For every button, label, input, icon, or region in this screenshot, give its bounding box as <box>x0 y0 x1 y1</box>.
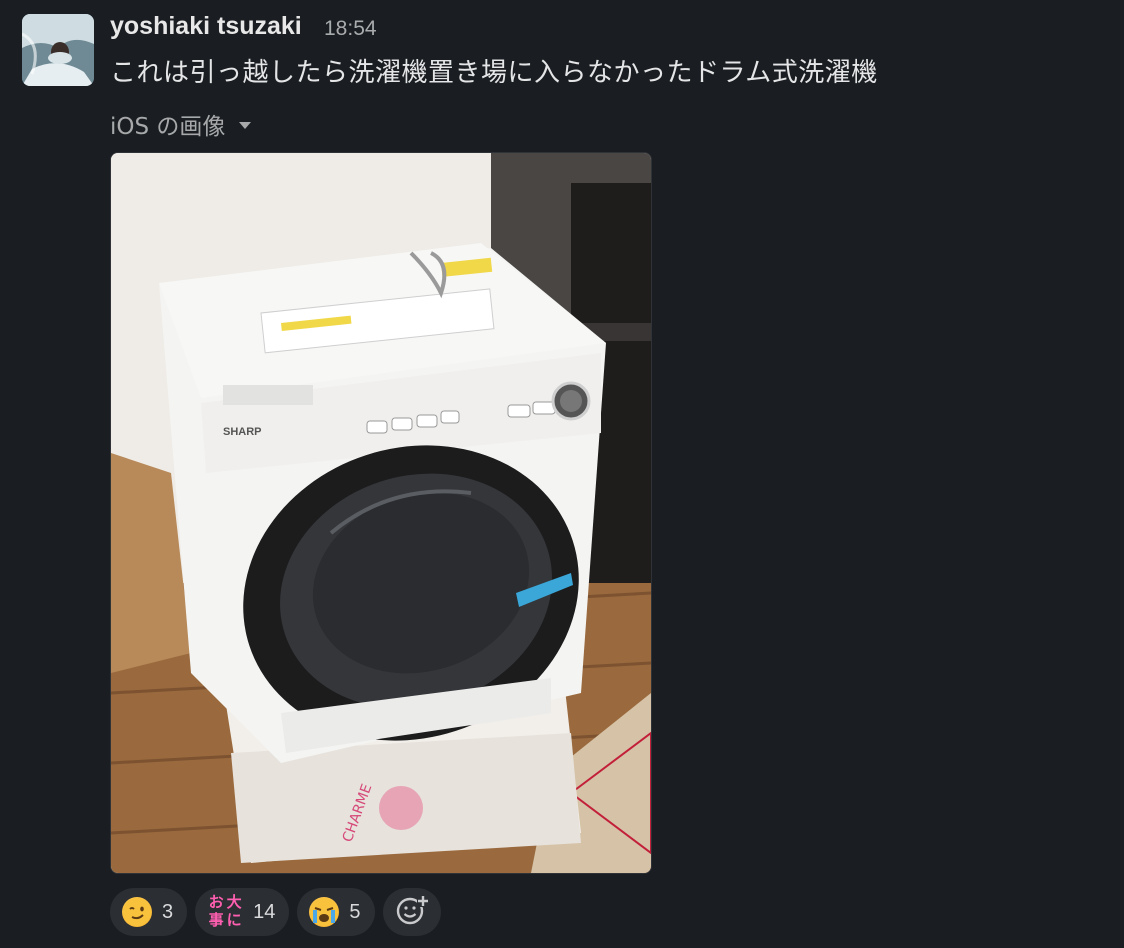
loudly-crying-face-icon <box>309 897 340 927</box>
add-reaction-button[interactable] <box>382 888 441 936</box>
caret-down-icon <box>239 122 252 129</box>
wink-face-icon <box>122 897 152 927</box>
avatar[interactable] <box>22 14 94 86</box>
add-emoji-icon <box>395 893 429 931</box>
reaction-count: 14 <box>253 900 276 923</box>
message-text: これは引っ越したら洗濯機置き場に入らなかったドラム式洗濯機 <box>110 58 878 88</box>
attachment-toggle[interactable]: iOS の画像 <box>110 107 252 141</box>
reaction-odaijini[interactable]: お 大 事 に 14 <box>195 888 290 936</box>
author-name[interactable]: yoshiaki tsuzaki <box>110 12 302 41</box>
reaction-crying[interactable]: 5 <box>297 888 375 936</box>
reaction-count: 3 <box>162 900 174 923</box>
washing-machine-photo: CHARME SHARP <box>111 153 651 873</box>
attached-image[interactable]: CHARME SHARP <box>110 152 652 874</box>
reaction-count: 5 <box>349 900 361 923</box>
reactions-bar: 3 お 大 事 に 14 5 <box>110 888 441 936</box>
odaijini-icon: お 大 事 に <box>208 893 242 929</box>
brand-logo: SHARP <box>223 426 262 438</box>
attachment-label: iOS の画像 <box>110 114 226 140</box>
timestamp[interactable]: 18:54 <box>324 17 377 41</box>
avatar-image <box>22 14 94 86</box>
reaction-wink[interactable]: 3 <box>110 888 188 936</box>
